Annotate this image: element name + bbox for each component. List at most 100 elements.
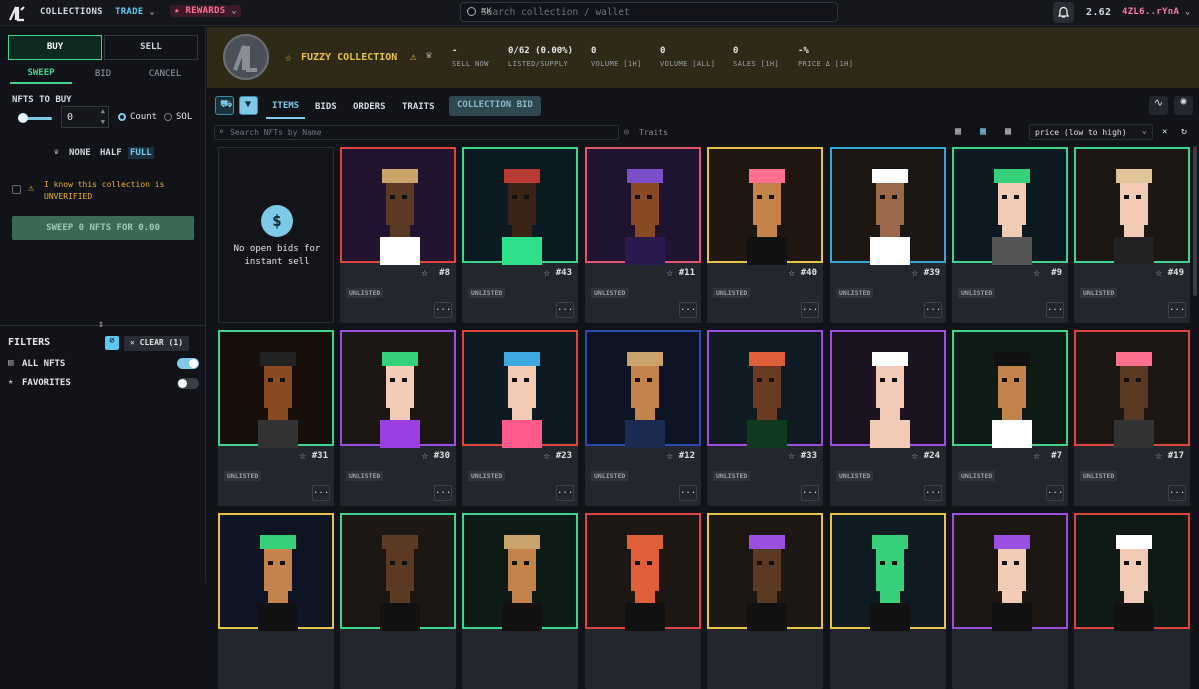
nft-card[interactable]: ☆ #33 UNLISTED... — [707, 330, 823, 506]
nft-search-input[interactable]: ⌕ Search NFTs by Name — [214, 125, 619, 140]
nft-card[interactable]: ☆ #49 UNLISTED... — [1074, 147, 1190, 323]
nft-image[interactable] — [462, 147, 578, 265]
nft-image[interactable] — [952, 513, 1068, 631]
decrement-icon[interactable]: ▼ — [101, 118, 105, 126]
nft-image[interactable] — [1074, 147, 1190, 265]
nft-image[interactable] — [1074, 330, 1190, 448]
nft-card[interactable] — [218, 513, 334, 689]
count-radio[interactable] — [118, 113, 126, 121]
app-logo-icon[interactable] — [8, 4, 26, 22]
nft-image[interactable] — [340, 330, 456, 448]
traits-toggle[interactable]: Traits — [639, 128, 668, 137]
favorite-star-icon[interactable]: ☆ — [666, 266, 673, 279]
nft-image[interactable] — [585, 330, 701, 448]
favorite-star-icon[interactable]: ☆ — [543, 266, 550, 279]
preset-none[interactable]: NONE — [69, 148, 91, 158]
nft-card[interactable] — [1074, 513, 1190, 689]
increment-icon[interactable]: ▲ — [101, 107, 105, 115]
sol-radio[interactable] — [164, 113, 172, 121]
favorite-star-icon[interactable]: ☆ — [1033, 266, 1040, 279]
filter-button[interactable]: ▼ — [239, 96, 258, 115]
nft-card[interactable]: ☆ #23 UNLISTED... — [462, 330, 578, 506]
nft-card[interactable]: ☆ #17 UNLISTED... — [1074, 330, 1190, 506]
grid-medium-icon[interactable]: ▦ — [980, 126, 986, 137]
favorite-star-icon[interactable]: ☆ — [788, 266, 795, 279]
nft-image[interactable] — [340, 147, 456, 265]
nft-card[interactable]: ☆ #8 UNLISTED... — [340, 147, 456, 323]
nft-image[interactable] — [830, 513, 946, 631]
tab-items[interactable]: ITEMS — [266, 101, 306, 119]
nft-card[interactable]: ☆ #39 UNLISTED... — [830, 147, 946, 323]
more-options-button[interactable]: ... — [924, 302, 942, 318]
nft-image[interactable] — [585, 513, 701, 631]
favorite-star-icon[interactable]: ☆ — [666, 449, 673, 462]
nft-card[interactable]: ☆ #24 UNLISTED... — [830, 330, 946, 506]
favorite-star-icon[interactable]: ☆ — [911, 266, 918, 279]
resize-handle-icon[interactable]: ⇕ — [98, 319, 104, 330]
nft-card[interactable]: ☆ #40 UNLISTED... — [707, 147, 823, 323]
nft-card[interactable] — [952, 513, 1068, 689]
more-options-button[interactable]: ... — [679, 485, 697, 501]
activity-chart-icon[interactable]: ∿ — [1149, 96, 1168, 115]
nft-image[interactable] — [707, 330, 823, 448]
quantity-slider[interactable] — [18, 113, 52, 123]
collection-bid-button[interactable]: COLLECTION BID — [449, 96, 541, 116]
nav-collections[interactable]: COLLECTIONS — [40, 7, 103, 17]
nft-image[interactable] — [952, 330, 1068, 448]
grid-small-icon[interactable]: ▩ — [1005, 126, 1011, 137]
nft-card[interactable]: ☆ #9 UNLISTED... — [952, 147, 1068, 323]
more-options-button[interactable]: ... — [312, 485, 330, 501]
buy-button[interactable]: BUY — [8, 35, 102, 60]
favorite-star-icon[interactable]: ☆ — [421, 266, 428, 279]
chat-icon[interactable]: ◉ — [1174, 96, 1193, 115]
favorite-star-icon[interactable]: ☆ — [285, 51, 292, 64]
nft-image[interactable] — [952, 147, 1068, 265]
favorite-star-icon[interactable]: ☆ — [299, 449, 306, 462]
nft-card[interactable] — [585, 513, 701, 689]
nft-image[interactable] — [218, 330, 334, 448]
more-options-button[interactable]: ... — [556, 485, 574, 501]
all-nfts-toggle[interactable] — [177, 358, 199, 369]
favorite-star-icon[interactable]: ☆ — [1155, 266, 1162, 279]
nft-card[interactable]: ☆ #43 UNLISTED... — [462, 147, 578, 323]
tab-bids[interactable]: BIDS — [315, 102, 337, 112]
quantity-stepper[interactable]: 0 ▲ ▼ — [61, 106, 109, 128]
tab-orders[interactable]: ORDERS — [353, 102, 386, 112]
sweep-button[interactable]: SWEEP 0 NFTS FOR 0.00 — [12, 216, 194, 240]
nft-image[interactable] — [462, 330, 578, 448]
tab-cancel[interactable]: CANCEL — [138, 69, 192, 79]
global-search-input[interactable]: Search collection / wallet ⌘K — [460, 2, 838, 22]
more-options-button[interactable]: ... — [1046, 485, 1064, 501]
nft-image[interactable] — [830, 330, 946, 448]
preset-full[interactable]: FULL — [128, 147, 154, 159]
nft-card[interactable]: ☆ #7 UNLISTED... — [952, 330, 1068, 506]
nft-image[interactable] — [707, 513, 823, 631]
more-options-button[interactable]: ... — [434, 302, 452, 318]
favorite-star-icon[interactable]: ☆ — [421, 449, 428, 462]
nav-rewards[interactable]: ★ REWARDS ⌄ — [170, 5, 241, 17]
close-icon[interactable]: ✕ — [1162, 127, 1167, 137]
refresh-icon[interactable]: ↻ — [1181, 126, 1187, 137]
nft-image[interactable] — [707, 147, 823, 265]
favorite-star-icon[interactable]: ☆ — [1033, 449, 1040, 462]
nft-image[interactable] — [830, 147, 946, 265]
more-options-button[interactable]: ... — [1046, 302, 1064, 318]
sort-select[interactable]: price (low to high) ⌄ — [1029, 124, 1153, 140]
slider-handle[interactable] — [18, 113, 28, 123]
tab-sweep[interactable]: SWEEP — [10, 68, 72, 84]
favorite-star-icon[interactable]: ☆ — [543, 449, 550, 462]
nft-image[interactable] — [585, 147, 701, 265]
wallet-address[interactable]: 4ZL6..rYnA ⌄ — [1122, 7, 1191, 17]
more-options-button[interactable]: ... — [1168, 302, 1186, 318]
nft-image[interactable] — [340, 513, 456, 631]
nft-image[interactable] — [462, 513, 578, 631]
nft-card[interactable] — [707, 513, 823, 689]
nft-card[interactable]: ☆ #11 UNLISTED... — [585, 147, 701, 323]
nft-card[interactable] — [830, 513, 946, 689]
nav-trade[interactable]: TRADE ⌄ — [115, 7, 155, 17]
nft-image[interactable] — [218, 513, 334, 631]
more-options-button[interactable]: ... — [1168, 485, 1186, 501]
more-options-button[interactable]: ... — [801, 302, 819, 318]
unverified-checkbox[interactable] — [12, 185, 21, 194]
nft-card[interactable]: ☆ #31 UNLISTED... — [218, 330, 334, 506]
